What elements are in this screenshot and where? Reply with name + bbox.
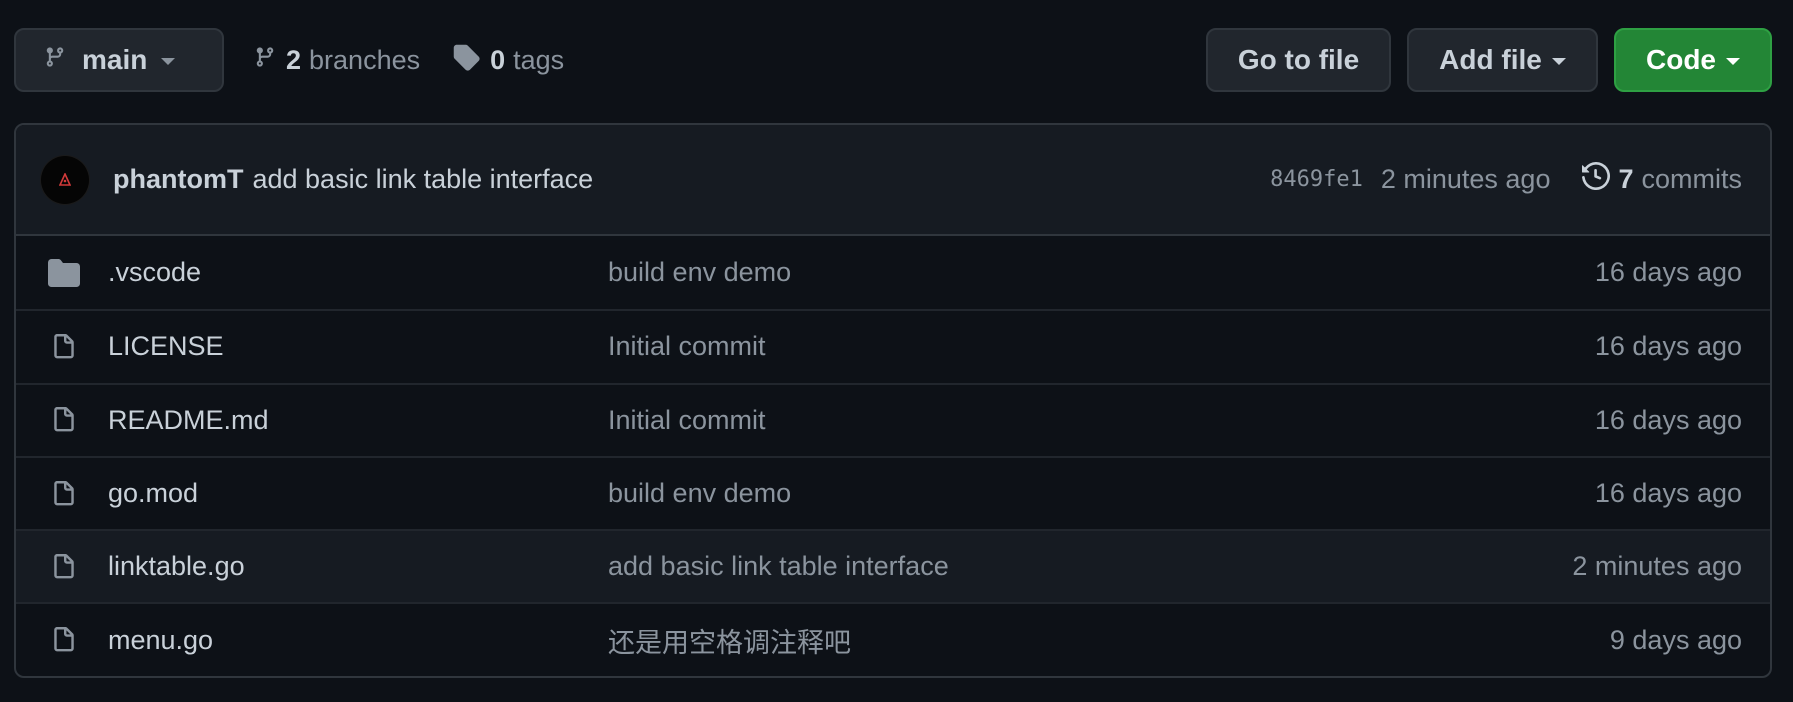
tags-label: tags — [513, 44, 565, 75]
file-name-link[interactable]: README.md — [108, 405, 608, 436]
branches-label: branches — [309, 44, 421, 75]
git-branch-icon — [254, 44, 276, 77]
file-age: 16 days ago — [1594, 478, 1742, 509]
file-icon — [46, 479, 82, 509]
file-age: 16 days ago — [1594, 257, 1742, 288]
file-commit-message[interactable]: build env demo — [608, 478, 1595, 509]
tags-count: 0 — [490, 44, 506, 75]
file-name-link[interactable]: .vscode — [108, 257, 608, 288]
chevron-down-icon — [1726, 57, 1740, 65]
file-name-link[interactable]: LICENSE — [108, 331, 608, 362]
chevron-down-icon — [161, 57, 176, 65]
file-name-link[interactable]: linktable.go — [108, 551, 608, 582]
tags-link[interactable]: 0 tags — [452, 43, 564, 78]
commit-sha[interactable]: 8469fe1 — [1270, 167, 1363, 192]
avatar[interactable] — [41, 155, 89, 204]
tag-icon — [452, 43, 480, 78]
file-commit-message[interactable]: add basic link table interface — [608, 551, 1572, 582]
file-name-link[interactable]: menu.go — [108, 625, 608, 656]
code-button[interactable]: Code — [1614, 28, 1772, 92]
repo-toolbar: main 2 branches 0 tags Go to file Add fi… — [14, 28, 1772, 92]
git-branch-icon — [44, 44, 66, 77]
file-icon — [46, 552, 82, 582]
file-commit-message[interactable]: build env demo — [608, 257, 1595, 288]
history-icon — [1582, 161, 1611, 197]
file-list: .vscode build env demo 16 days ago LICENSE I… — [16, 236, 1770, 676]
add-file-button[interactable]: Add file — [1407, 28, 1598, 92]
branches-count: 2 — [286, 44, 302, 75]
latest-commit-bar: phantomT add basic link table interface … — [16, 125, 1770, 236]
commits-history-link[interactable]: 7 commits — [1582, 161, 1743, 197]
code-label: Code — [1646, 44, 1716, 75]
chevron-down-icon — [1551, 57, 1566, 65]
file-icon — [46, 332, 82, 362]
file-age: 2 minutes ago — [1572, 551, 1742, 582]
branch-name: main — [82, 44, 148, 75]
file-row[interactable]: README.md Initial commit 16 days ago — [16, 382, 1770, 456]
file-row[interactable]: .vscode build env demo 16 days ago — [16, 236, 1770, 309]
folder-icon — [46, 258, 82, 287]
go-to-file-button[interactable]: Go to file — [1206, 28, 1391, 92]
file-commit-message[interactable]: 还是用空格调注释吧 — [608, 621, 1610, 660]
commit-author[interactable]: phantomT — [113, 164, 243, 195]
add-file-label: Add file — [1439, 44, 1542, 75]
file-icon — [46, 405, 82, 435]
file-commit-message[interactable]: Initial commit — [608, 331, 1595, 362]
file-row[interactable]: LICENSE Initial commit 16 days ago — [16, 309, 1770, 382]
file-browser: phantomT add basic link table interface … — [14, 123, 1772, 678]
commit-time: 2 minutes ago — [1380, 164, 1551, 194]
commits-count: 7 — [1618, 164, 1634, 194]
commits-label: commits — [1641, 164, 1743, 194]
branch-select-button[interactable]: main — [14, 28, 224, 92]
file-row[interactable]: go.mod build env demo 16 days ago — [16, 455, 1770, 529]
commit-message[interactable]: add basic link table interface — [252, 164, 593, 195]
file-row[interactable]: linktable.go add basic link table interfa… — [16, 529, 1770, 603]
file-age: 16 days ago — [1594, 331, 1742, 362]
file-row[interactable]: menu.go 还是用空格调注释吧 9 days ago — [16, 602, 1770, 675]
file-name-link[interactable]: go.mod — [108, 478, 608, 509]
branches-link[interactable]: 2 branches — [254, 44, 420, 77]
file-icon — [46, 625, 82, 655]
file-age: 16 days ago — [1594, 404, 1742, 435]
file-age: 9 days ago — [1609, 624, 1742, 655]
file-commit-message[interactable]: Initial commit — [608, 405, 1595, 436]
